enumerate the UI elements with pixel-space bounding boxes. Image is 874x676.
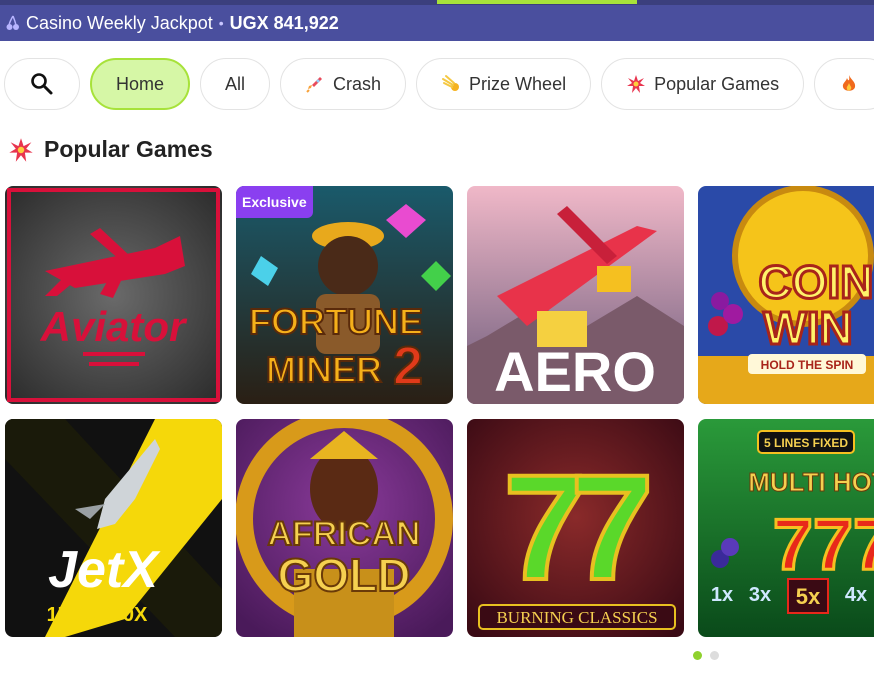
pagination-dot[interactable] [710, 651, 719, 660]
filter-chip-home[interactable]: Home [90, 58, 191, 110]
filter-chip-popular-games[interactable]: Popular Games [601, 58, 805, 110]
game-logo-line2: MINER [266, 349, 382, 390]
filter-chip-label: Prize Wheel [469, 73, 567, 94]
jackpot-amount: UGX 841,922 [229, 12, 339, 33]
game-subtitle: BURNING CLASSICS [496, 608, 657, 627]
fire-icon [842, 75, 856, 91]
game-subtitle: HOLD THE SPIN [761, 358, 854, 372]
game-tile-burning-classics[interactable]: 7 7 BURNING CLASSICS [467, 419, 684, 637]
section-heading: Popular Games [8, 136, 213, 163]
burst-icon [627, 75, 646, 93]
game-tile-aviator[interactable]: Aviator [5, 186, 222, 404]
pagination-dot-active[interactable] [693, 651, 702, 660]
game-artwork: 7 7 BURNING CLASSICS [467, 419, 684, 637]
filter-chip-prize-wheel[interactable]: Prize Wheel [416, 58, 592, 110]
game-tile-fortune-miner-2[interactable]: FORTUNE MINER 2 Exclusive [236, 186, 453, 404]
game-tile-coin-win[interactable]: COIN WIN HOLD THE SPIN [698, 186, 874, 404]
exclusive-badge: Exclusive [236, 186, 313, 218]
filter-chip-label: All [225, 73, 246, 94]
game-tile-multi-hot[interactable]: 5 LINES FIXED MULTI HOT 777 1x 3x 5x 4x [698, 419, 874, 637]
game-logo-text: Aviator [40, 303, 188, 350]
carousel-pagination [693, 651, 719, 660]
game-logo-text: AERO [494, 340, 656, 403]
multiplier-4x: 4x [845, 584, 867, 606]
game-logo-number: 2 [393, 336, 423, 396]
game-subtitle: 1'000'000X [47, 604, 148, 626]
game-logo-line2: WIN [763, 302, 852, 354]
game-artwork: FORTUNE MINER 2 [236, 186, 453, 404]
filter-chip-all[interactable]: All [200, 58, 271, 110]
filter-chip-hot[interactable] [814, 58, 874, 110]
game-sevens: 777 [773, 505, 874, 585]
separator-dot: • [218, 15, 224, 31]
filter-chip-label: Home [116, 73, 165, 94]
game-artwork: JetX 1'000'000X [5, 419, 222, 637]
multiplier-1x: 1x [711, 584, 733, 606]
rocket-icon [306, 77, 323, 93]
game-artwork: Aviator [5, 186, 222, 404]
game-logo-seven-right: 7 [570, 443, 653, 611]
burst-icon [9, 137, 33, 162]
filter-chip-label: Crash [333, 73, 382, 94]
category-filter-bar: Home All Crash Prize Wheel Popular Games [0, 58, 874, 110]
game-tile-african-gold[interactable]: AFRICAN GOLD [236, 419, 453, 637]
jackpot-banner[interactable]: Casino Weekly Jackpot • UGX 841,922 [0, 5, 874, 41]
comet-icon [442, 75, 460, 91]
game-artwork: 5 LINES FIXED MULTI HOT 777 1x 3x 5x 4x [698, 419, 874, 637]
game-logo-line2: GOLD [278, 549, 411, 601]
jackpot-label: Casino Weekly Jackpot [26, 12, 213, 33]
game-logo-text: JetX [48, 541, 161, 599]
game-top-label: 5 LINES FIXED [764, 436, 848, 450]
game-tile-aero[interactable]: AERO [467, 186, 684, 404]
top-progress-highlight [437, 0, 637, 4]
filter-chip-crash[interactable]: Crash [280, 58, 407, 110]
game-artwork: AFRICAN GOLD [236, 419, 453, 637]
game-logo-line1: MULTI HOT [748, 467, 874, 497]
multiplier-5x: 5x [796, 584, 821, 609]
game-artwork: COIN WIN HOLD THE SPIN [698, 186, 874, 404]
search-button[interactable] [4, 58, 80, 110]
section-title: Popular Games [44, 136, 213, 162]
game-artwork: AERO [467, 186, 684, 404]
search-icon [31, 73, 53, 95]
game-tile-jetx[interactable]: JetX 1'000'000X [5, 419, 222, 637]
multiplier-3x: 3x [749, 584, 771, 606]
filter-chip-label: Popular Games [654, 73, 780, 94]
game-logo-line1: AFRICAN [268, 515, 421, 553]
cherry-icon [6, 15, 19, 30]
game-logo-line1: COIN [759, 256, 874, 308]
